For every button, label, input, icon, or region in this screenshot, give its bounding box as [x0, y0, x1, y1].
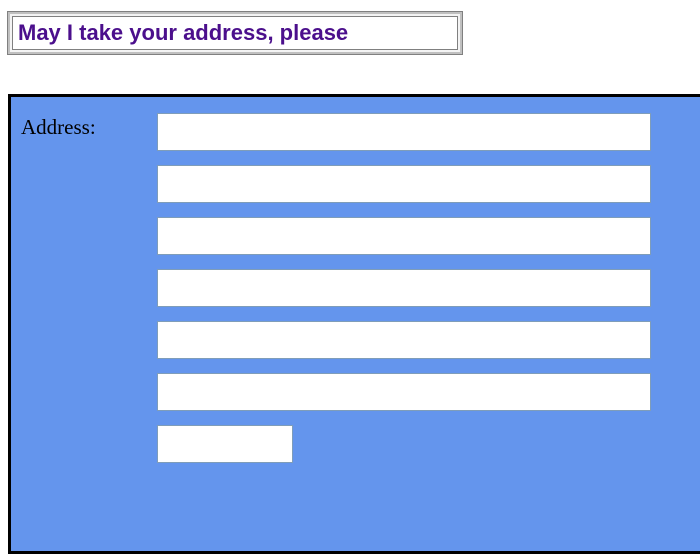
- address-line-1-input[interactable]: [157, 113, 651, 151]
- title-inner-frame: May I take your address, please: [12, 16, 458, 50]
- page-title: May I take your address, please: [18, 20, 349, 45]
- address-line-3-input[interactable]: [157, 217, 651, 255]
- title-frame: May I take your address, please: [7, 11, 463, 55]
- address-form-panel: Address:: [8, 94, 700, 554]
- address-line-4-input[interactable]: [157, 269, 651, 307]
- address-label: Address:: [21, 115, 96, 139]
- address-line-2-input[interactable]: [157, 165, 651, 203]
- address-line-6-input[interactable]: [157, 373, 651, 411]
- postcode-input[interactable]: [157, 425, 293, 463]
- address-line-5-input[interactable]: [157, 321, 651, 359]
